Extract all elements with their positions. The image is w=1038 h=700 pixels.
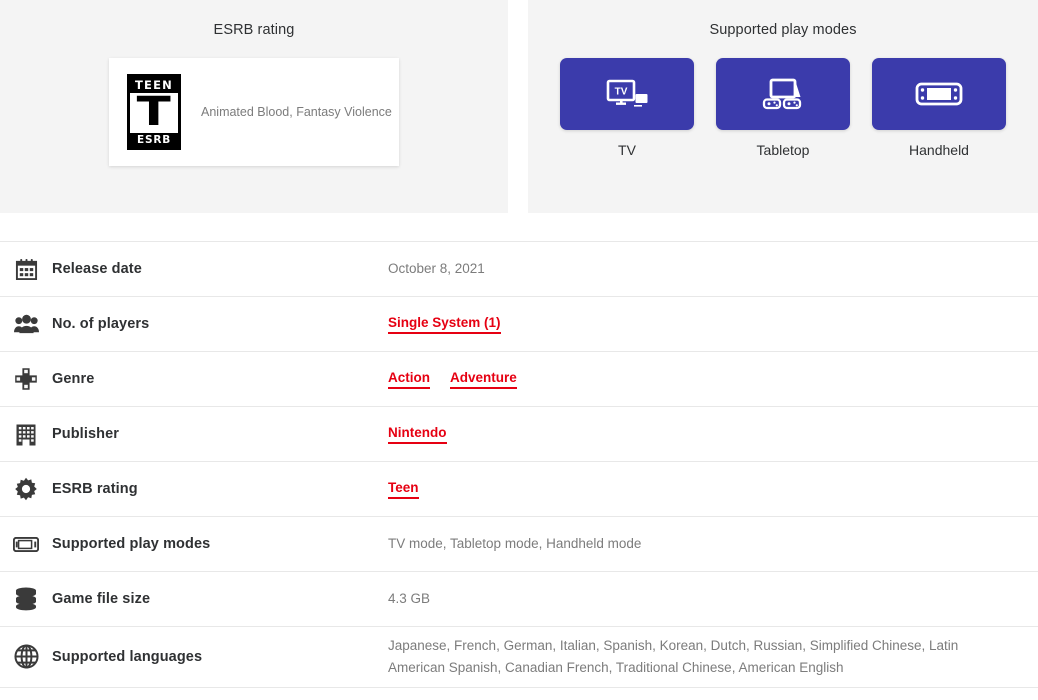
row-value-supported-languages: Japanese, French, German, Italian, Spani… [388,638,959,675]
row-value-supported-play-modes: TV mode, Tabletop mode, Handheld mode [388,536,642,552]
svg-text:TV: TV [615,87,628,98]
table-row: Game file size 4.3 GB [0,571,1038,626]
play-mode-handheld-tile [872,58,1006,130]
table-row: Supported languages Japanese, French, Ge… [0,626,1038,688]
calendar-icon [0,258,52,281]
row-value-game-file-size: 4.3 GB [388,591,431,607]
play-mode-tv-label: TV [618,142,636,158]
link-single-system[interactable]: Single System (1) [388,314,501,335]
play-mode-tabletop-label: Tabletop [756,142,810,158]
row-value-esrb-rating: Teen [388,479,1038,500]
database-icon [0,587,52,611]
esrb-badge-bottom-text: ESRB [130,132,178,147]
row-label-supported-languages: Supported languages [52,648,203,665]
esrb-panel-title: ESRB rating [213,22,295,38]
esrb-badge-letter: T [136,88,172,135]
row-value-genre: Action Adventure [388,369,1038,390]
link-publisher-nintendo[interactable]: Nintendo [388,424,447,445]
row-value-release-date: October 8, 2021 [388,261,485,277]
dpad-icon [0,367,52,391]
row-label-genre: Genre [52,371,95,387]
table-row: Genre Action Adventure [0,351,1038,406]
play-mode-handheld-label: Handheld [909,142,969,158]
players-icon [0,313,52,336]
link-genre-adventure[interactable]: Adventure [450,369,517,390]
tv-icon: TV [605,79,649,109]
gear-icon [0,477,52,501]
building-icon [0,423,52,446]
top-panels: ESRB rating TEEN T ESRB Animated Blood, … [0,0,1038,213]
link-esrb-teen[interactable]: Teen [388,479,419,500]
table-row: Release date October 8, 2021 [0,241,1038,296]
row-value-publisher: Nintendo [388,424,1038,445]
play-mode-tabletop: Tabletop [716,58,850,158]
esrb-teen-badge-icon: TEEN T ESRB [127,74,181,150]
row-label-release-date: Release date [52,261,142,277]
handheld-device-icon [0,536,52,552]
play-mode-tabletop-tile [716,58,850,130]
row-label-supported-play-modes: Supported play modes [52,536,211,552]
table-row: No. of players Single System (1) [0,296,1038,351]
play-modes-panel-title: Supported play modes [709,22,857,38]
esrb-rating-card: TEEN T ESRB Animated Blood, Fantasy Viol… [109,58,399,166]
table-row: Publisher Nintendo [0,406,1038,461]
row-label-publisher: Publisher [52,426,119,442]
globe-icon [0,644,52,669]
esrb-badge-letter-box: T [130,88,178,135]
play-modes-list: TV TV Tabletop Handheld [528,58,1038,158]
esrb-rating-panel: ESRB rating TEEN T ESRB Animated Blood, … [0,0,508,213]
game-details-table: Release date October 8, 2021 No. of play… [0,241,1038,688]
row-label-esrb-rating: ESRB rating [52,481,138,497]
row-label-no-of-players: No. of players [52,316,150,332]
play-mode-handheld: Handheld [872,58,1006,158]
row-label-game-file-size: Game file size [52,591,151,607]
esrb-content-descriptors: Animated Blood, Fantasy Violence [201,104,392,119]
row-value-no-of-players: Single System (1) [388,314,1038,335]
game-details-page: ESRB rating TEEN T ESRB Animated Blood, … [0,0,1038,700]
handheld-icon [915,80,963,108]
link-genre-action[interactable]: Action [388,369,430,390]
play-mode-tv-tile: TV [560,58,694,130]
table-row: Supported play modes TV mode, Tabletop m… [0,516,1038,571]
table-row: ESRB rating Teen [0,461,1038,516]
supported-play-modes-panel: Supported play modes TV TV Tabletop Hand… [528,0,1038,213]
play-mode-tv: TV TV [560,58,694,158]
tabletop-icon [761,78,805,110]
